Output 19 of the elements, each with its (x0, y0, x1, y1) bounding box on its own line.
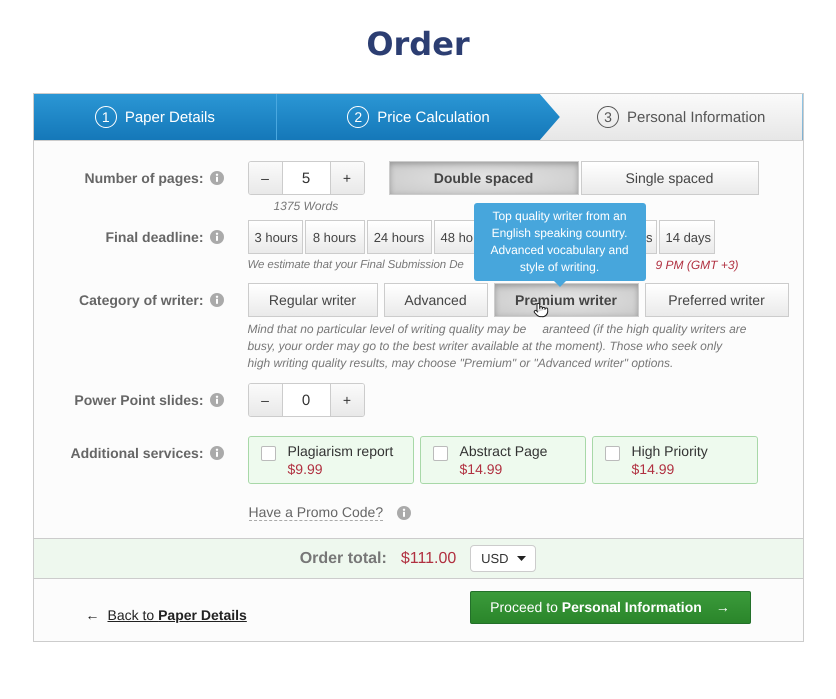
tooltip: Top quality writer from an English speaking country. Advanced vocabulary and style of writing. (474, 203, 646, 281)
writer-note: Mind that no particular level of writing quality may be aranteed (if the high quality writers are busy, your order may go to the best writer available at the moment). Those who seek only high writing quality results, may choose "Premium" or "Advanced writer" options. (248, 321, 748, 372)
service-price: $14.99 (460, 461, 504, 477)
field-label: Additional services: (70, 445, 204, 461)
field-label: Power Point slides: (74, 392, 204, 408)
service-price: $9.99 (288, 461, 324, 477)
service-name: Abstract Page (460, 443, 548, 459)
service-name: Plagiarism report (288, 443, 394, 459)
word-count: 1375 Words (274, 199, 338, 213)
field-label: Number of pages: (84, 170, 204, 186)
deadline-estimate: We estimate that your Final Submission De (248, 259, 464, 271)
total-label: Order total: (300, 550, 387, 568)
field-label: Final deadline: (105, 229, 204, 245)
service-price: $14.99 (632, 461, 676, 477)
deadline-date: 9 PM (GMT +3) (656, 258, 739, 272)
field-label: Category of writer: (79, 292, 204, 308)
total-amount: $111.00 (400, 550, 456, 568)
service-name: High Priority (632, 443, 708, 459)
page-title: Order (366, 24, 470, 65)
